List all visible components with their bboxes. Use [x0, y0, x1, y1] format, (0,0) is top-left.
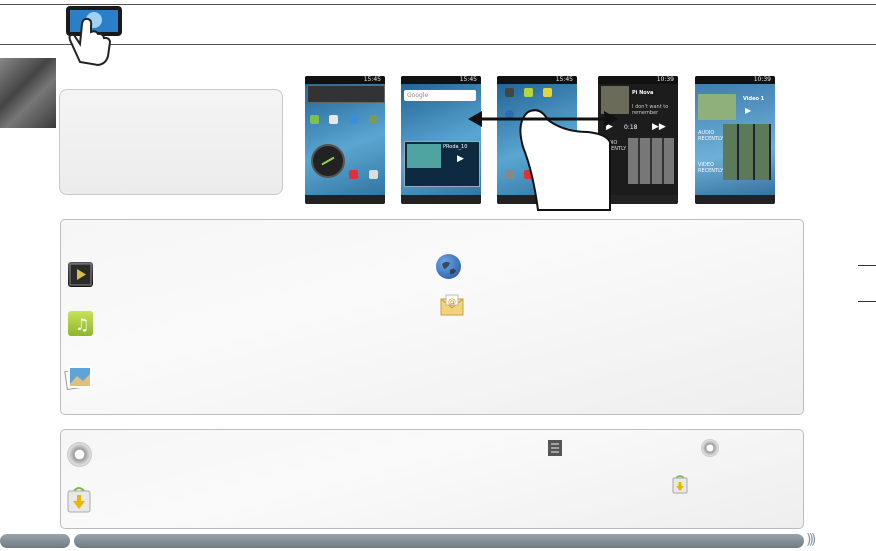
svg-text:@: @ [448, 297, 456, 306]
recent-thumbnails [723, 124, 771, 180]
video-icon [68, 262, 93, 287]
margin-dash [858, 265, 876, 266]
menu-icon [548, 440, 562, 456]
music-icon: ♫ [68, 311, 93, 336]
status-bar-time: 10:39 [695, 76, 775, 84]
analog-clock-widget [311, 144, 345, 178]
status-bar-time: 15:45 [305, 76, 385, 84]
calculator-icon [329, 115, 338, 124]
nav-bar [695, 195, 775, 204]
touch-hand-icon [60, 2, 130, 67]
recent-audio-label: AUDIO RECENTLY [698, 130, 724, 142]
browser-globe-icon [436, 254, 461, 279]
track-time: 0:18 [624, 124, 638, 131]
email-app-icon [369, 170, 378, 179]
settings-gear-small-icon [701, 439, 719, 457]
status-bar-time: 15:45 [401, 76, 481, 84]
footer-bar-left [0, 534, 70, 548]
recent-video-label: VIDEO RECENTLY [698, 162, 724, 174]
settings-panel [60, 429, 804, 529]
files-icon [310, 115, 319, 124]
recent-thumbnails [628, 138, 674, 184]
home-screen-1: 15:45 [305, 76, 385, 204]
nav-bar [305, 195, 385, 204]
play-icon[interactable]: ▶ [745, 106, 751, 115]
play-icon[interactable]: ▶ [457, 154, 464, 164]
info-box [59, 89, 283, 195]
track-title: Pi Nova [632, 90, 654, 96]
header-rule [0, 44, 876, 45]
settings-gear-icon [67, 442, 92, 467]
installer-small-icon [672, 474, 688, 494]
margin-dash [858, 301, 876, 302]
footer-chevrons: ))) [806, 532, 817, 548]
top-rule [0, 4, 876, 5]
clock-icon [369, 115, 378, 124]
browser-app-icon [349, 170, 358, 179]
side-tab [0, 58, 56, 128]
quick-settings-bar [307, 85, 385, 103]
camera-icon [349, 115, 358, 124]
footer-bar [74, 534, 804, 548]
app-installer-icon [67, 485, 91, 513]
fast-forward-icon[interactable]: ▶▶ [652, 122, 666, 132]
apps-panel [60, 219, 804, 415]
svg-text:♫: ♫ [75, 315, 89, 334]
track-subtitle: I don't want to remember [632, 104, 669, 116]
status-bar-time: 10:39 [598, 76, 678, 84]
google-search-box[interactable]: Google [404, 90, 476, 101]
gallery-icon [64, 364, 92, 391]
video-widget-screen: 10:39 Video 1 ▶ AUDIO RECENTLY VIDEO REC… [695, 76, 775, 204]
widget-title: PRoda_10 [443, 144, 468, 150]
status-bar-time: 15:45 [497, 76, 577, 84]
swipe-gesture-hand [468, 92, 618, 212]
video-thumbnail [698, 94, 736, 120]
video-title: Video 1 [743, 96, 765, 102]
email-icon: @ [440, 294, 464, 318]
